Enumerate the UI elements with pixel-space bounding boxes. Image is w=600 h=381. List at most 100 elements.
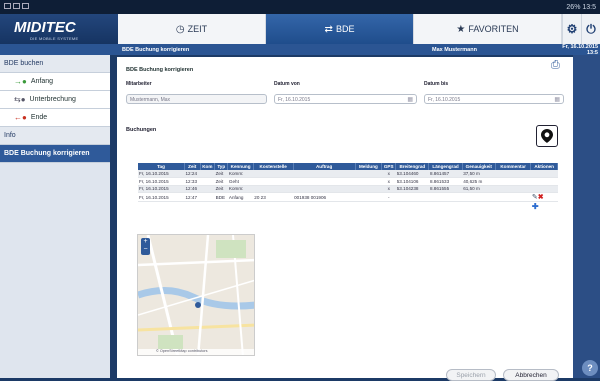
sidebar: BDE buchen →● Anfang ⇆● Unterbrechung ←●…	[0, 55, 110, 378]
system-status-bar: 26% 13:5	[0, 0, 600, 14]
logout-button[interactable]: ⏻	[581, 14, 600, 44]
col-aktionen[interactable]: Aktionen	[530, 163, 558, 170]
cell-meldung	[355, 192, 382, 202]
cell-aktionen: ✎✖	[530, 192, 558, 202]
map-zoom-control[interactable]: + −	[141, 238, 150, 255]
cell-gps: x	[381, 170, 396, 178]
tab-bde-label: BDE	[335, 24, 355, 34]
tab-zeit-label: ZEIT	[187, 24, 208, 34]
table-row[interactable]: Fr, 16.10.2015 12:46 Zeit Komm: x 53.104…	[138, 185, 558, 193]
cell-auftrag	[293, 185, 356, 193]
tab-favoriten[interactable]: ★ FAVORITEN	[414, 14, 562, 44]
bde-icon: ⇄	[324, 23, 333, 35]
help-button[interactable]: ?	[582, 360, 598, 376]
cell-kennung: Anfang	[227, 192, 254, 202]
cell-gps: -	[381, 192, 396, 202]
mitarbeiter-label: Mitarbeiter	[126, 81, 152, 87]
sidebar-item-unterbrechung[interactable]: ⇆● Unterbrechung	[0, 91, 110, 109]
sidebar-item-anfang[interactable]: →● Anfang	[0, 73, 110, 91]
table-row[interactable]: Fr, 16.10.2015 12:24 Zeit Komm: x 53.104…	[138, 170, 558, 178]
add-icon[interactable]: ✚	[532, 202, 539, 211]
sidebar-item-ende[interactable]: ←● Ende	[0, 109, 110, 127]
status-icons	[4, 3, 31, 11]
cell-meldung	[355, 177, 382, 186]
sidebar-item-info[interactable]: Info	[0, 127, 110, 145]
map-pin-icon	[541, 129, 553, 143]
map-pin-button[interactable]	[536, 125, 558, 147]
table-row[interactable]: Fr, 16.10.2015 12:33 Zeit Geht x 53.1041…	[138, 177, 558, 186]
power-icon: ⏻	[586, 21, 596, 36]
cell-auftrag	[293, 170, 356, 178]
cell-kennung: Komm:	[227, 185, 254, 193]
cell-breitengrad: 53.104106	[395, 177, 429, 186]
mitarbeiter-field[interactable]: Mustermann, Max	[126, 94, 267, 104]
location-map[interactable]: + − © OpenStreetMap contributors	[137, 234, 255, 356]
cell-zeit: 12:47	[184, 192, 200, 202]
sidebar-section-bde-buchen[interactable]: BDE buchen	[0, 55, 110, 73]
map-attribution: © OpenStreetMap contributors	[138, 349, 254, 355]
table-row-add: ✚	[138, 202, 558, 211]
cell-kom	[200, 185, 215, 193]
cell-laengengrad	[428, 192, 463, 202]
col-typ[interactable]: Typ	[214, 163, 229, 170]
col-gps[interactable]: GPS	[381, 163, 397, 170]
cell-gps: x	[381, 185, 396, 193]
logo-tagline: DIE MOBILE SYSTEME	[30, 36, 79, 41]
calendar-icon[interactable]: ▦	[407, 96, 413, 103]
col-breitengrad[interactable]: Breitengrad	[395, 163, 430, 170]
cell-typ: Zeit	[214, 185, 228, 193]
buchungen-table: Tag Zeit Kom Typ Kennung Kostenstelle Au…	[138, 163, 558, 211]
cell-genauigkeit: 37,50 m	[462, 170, 496, 178]
context-bar: BDE Buchung korrigieren Max Mustermann F…	[0, 44, 600, 56]
cell-breitengrad: 53.104238	[395, 185, 429, 193]
col-genauigkeit[interactable]: Genauigkeit	[462, 163, 496, 170]
col-kostenstelle[interactable]: Kostenstelle	[253, 163, 294, 170]
cell-aktionen	[530, 185, 558, 193]
col-kom[interactable]: Kom	[200, 163, 216, 170]
arrow-in-icon: →●	[14, 77, 27, 86]
col-kommentar[interactable]: Kommentar	[495, 163, 532, 170]
cell-kom	[200, 177, 215, 186]
sidebar-item-bde-buchung-korrigieren[interactable]: BDE Buchung korrigieren	[0, 145, 110, 163]
cell-typ: BDE	[214, 192, 228, 202]
cell-zeit: 12:24	[184, 170, 200, 178]
cell-kommentar	[495, 177, 531, 186]
print-icon[interactable]: ⎙	[551, 59, 565, 71]
sidebar-item-label: Unterbrechung	[29, 96, 76, 103]
map-tiles	[138, 235, 254, 355]
cell-kostenstelle	[253, 185, 294, 193]
datum-bis-label: Datum bis	[424, 81, 449, 87]
cell-genauigkeit: 61,50 m	[462, 185, 496, 193]
settings-button[interactable]: ⚙	[562, 14, 581, 44]
col-zeit[interactable]: Zeit	[184, 163, 201, 170]
datum-von-label: Datum von	[274, 81, 300, 87]
tab-zeit[interactable]: ◷ ZEIT	[118, 14, 266, 44]
arrow-out-icon: ←●	[14, 113, 27, 122]
cancel-button[interactable]: Abbrechen	[503, 369, 559, 381]
cell-laengengrad: 8.861555	[428, 185, 463, 193]
col-meldung[interactable]: Meldung	[355, 163, 383, 170]
cell-laengengrad: 8.861457	[428, 170, 463, 178]
calendar-icon[interactable]: ▦	[554, 96, 560, 103]
col-auftrag[interactable]: Auftrag	[293, 163, 356, 170]
cell-auftrag	[293, 177, 356, 186]
col-kennung[interactable]: Kennung	[227, 163, 254, 170]
col-tag[interactable]: Tag	[138, 163, 185, 170]
cell-kom	[200, 192, 215, 202]
datum-von-field[interactable]: Fr, 16.10.2015 ▦	[274, 94, 417, 104]
cell-kom	[200, 170, 215, 178]
col-laengengrad[interactable]: Längengrad	[428, 163, 463, 170]
clock-icon: ◷	[175, 23, 185, 35]
cell-meldung	[355, 185, 382, 193]
cell-kommentar	[495, 185, 531, 193]
cell-meldung	[355, 170, 382, 178]
delete-icon[interactable]: ✖	[538, 194, 544, 201]
main-panel: BDE Buchung korrigieren ⎙ Mitarbeiter Mu…	[117, 57, 573, 381]
sidebar-section-label: BDE buchen	[4, 60, 44, 67]
cell-auftrag: 001938 001906	[293, 192, 356, 202]
datum-bis-field[interactable]: Fr, 16.10.2015 ▦	[424, 94, 564, 104]
tab-bde[interactable]: ⇄ BDE	[266, 14, 414, 44]
cell-zeit: 12:46	[184, 185, 200, 193]
table-row[interactable]: Fr, 16.10.2015 12:47 BDE Anfang 20 23 00…	[138, 192, 558, 202]
save-button[interactable]: Speichern	[446, 369, 496, 381]
